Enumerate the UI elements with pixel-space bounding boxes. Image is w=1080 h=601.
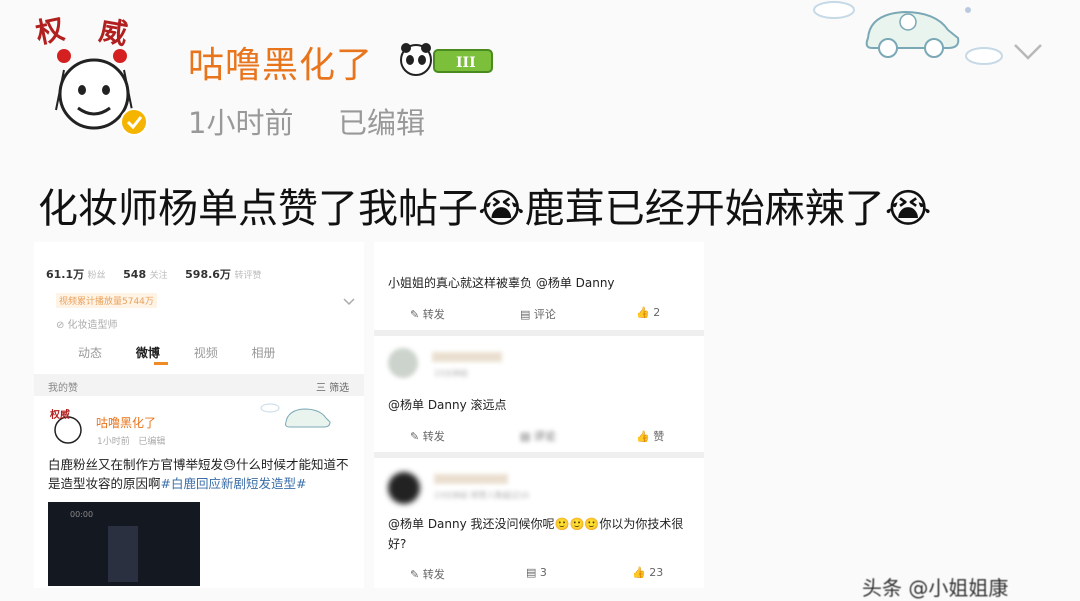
commenter2-name[interactable] (432, 352, 502, 362)
tab-video[interactable]: 视频 (194, 346, 218, 360)
top-like-count: 2 (653, 306, 661, 319)
fans-count: 61.1万 (46, 268, 85, 281)
video-figure (108, 526, 138, 582)
expand-chevron-icon[interactable] (342, 292, 356, 311)
commenter3-name[interactable] (434, 474, 508, 484)
top-comment-text: 小姐姐的真心就这样被辜负 @杨单 Danny (388, 276, 615, 290)
mini-username[interactable]: 咕噜黑化了 (96, 414, 156, 431)
fans-label: 粉丝 (87, 271, 106, 281)
mini-car-decoration-icon (258, 400, 348, 440)
mini-avatar[interactable]: 权威 (48, 406, 88, 450)
profession-line: ⊘ 化妆造型师 (56, 320, 118, 331)
tab-weibo[interactable]: 微博 (136, 346, 160, 360)
profile-tabs: 动态 微博 视频 相册 (78, 344, 306, 361)
filter-label: 我的赞 (48, 383, 78, 394)
comment3-text-a: @杨单 Danny 我还没问候你呢 (388, 517, 555, 531)
like-label-2: 赞 (653, 430, 665, 443)
svg-text:权: 权 (34, 12, 67, 50)
divider (374, 452, 704, 458)
svg-text:III: III (456, 55, 476, 71)
mini-post-text: 白鹿粉丝又在制作方官博举短发😓什么时候才能知道不是造型妆容的原因啊#白鹿回应新剧… (48, 457, 349, 491)
profile-stats: 61.1万 粉丝 548 关注 598.6万 转评赞 (46, 266, 275, 282)
post-text: 化妆师杨单点赞了我帖子😭鹿茸已经开始麻辣了😭 (38, 186, 932, 232)
mini-post-meta: 1小时前 已编辑 (97, 434, 165, 447)
car-decoration-icon (808, 0, 1008, 74)
mini-post-text-a: 白鹿粉丝又在制作方官博举短发 (48, 457, 224, 472)
repost-label-3: 转发 (422, 568, 445, 581)
repost-button-3[interactable]: ✎ 转发 (410, 566, 445, 582)
comment3-meta: 23分钟前 转赞人数超过10 (434, 491, 529, 500)
top-repost-button[interactable]: ✎ 转发 (410, 306, 445, 322)
comment2-time: 15分钟前 (434, 369, 469, 378)
chevron-down-icon[interactable] (1012, 42, 1044, 66)
comment-button-3[interactable]: ▤ 3 (526, 566, 547, 579)
following-count: 548 (123, 268, 147, 281)
mini-post-edited: 已编辑 (138, 437, 166, 447)
hashtag-link[interactable]: #白鹿回应新剧短发造型# (161, 476, 307, 491)
top-repost-label: 转发 (422, 308, 445, 321)
tab-dynamic[interactable]: 动态 (78, 346, 102, 360)
active-tab-indicator (154, 362, 168, 365)
tab-album[interactable]: 相册 (252, 346, 276, 360)
video-thumbnail[interactable]: 00:00 (48, 502, 200, 586)
comment-count-3: 3 (539, 566, 547, 579)
svg-text:威: 威 (97, 14, 130, 51)
mini-post-time: 1小时前 (97, 437, 130, 447)
commenter2-avatar[interactable] (388, 348, 418, 378)
following-label: 关注 (149, 271, 168, 281)
comment-label-2: 评论 (533, 430, 556, 443)
username[interactable]: 咕噜黑化了 (188, 36, 373, 88)
top-comment-label: 评论 (533, 308, 556, 321)
interactions-label: 转评赞 (234, 271, 262, 281)
top-comment-button[interactable]: ▤ 评论 (520, 306, 556, 322)
svg-text:权威: 权威 (49, 408, 70, 421)
repost-label-2: 转发 (422, 430, 445, 443)
commenter3-avatar[interactable] (388, 472, 420, 504)
top-like-button[interactable]: 👍 2 (636, 306, 660, 319)
video-time: 00:00 (70, 510, 94, 519)
watermark: 头条 @小姐姐康 (862, 576, 1009, 600)
like-button-3[interactable]: 👍 23 (632, 566, 663, 579)
comment3-text: @杨单 Danny 我还没问候你呢🙂🙂🙂你以为你技术很好? (388, 517, 684, 551)
like-count-3: 23 (649, 566, 664, 579)
avatar[interactable]: 权 威 (32, 10, 158, 140)
comment2-text: @杨单 Danny 滚远点 (388, 398, 507, 412)
filter-bar (34, 374, 364, 396)
filter-button[interactable]: 三 筛选 (316, 379, 349, 394)
panda-badge-icon: III (398, 40, 498, 84)
divider (374, 330, 704, 336)
edited-label[interactable]: 已编辑 (338, 100, 425, 142)
interactions-count: 598.6万 (185, 268, 231, 281)
post-time: 1小时前 (188, 106, 294, 140)
like-button-2[interactable]: 👍 赞 (636, 428, 664, 444)
video-views-line: 视频累计播放量5744万 (56, 293, 157, 308)
comment-button-2[interactable]: ▤ 评论 (520, 428, 556, 444)
repost-button-2[interactable]: ✎ 转发 (410, 428, 445, 444)
